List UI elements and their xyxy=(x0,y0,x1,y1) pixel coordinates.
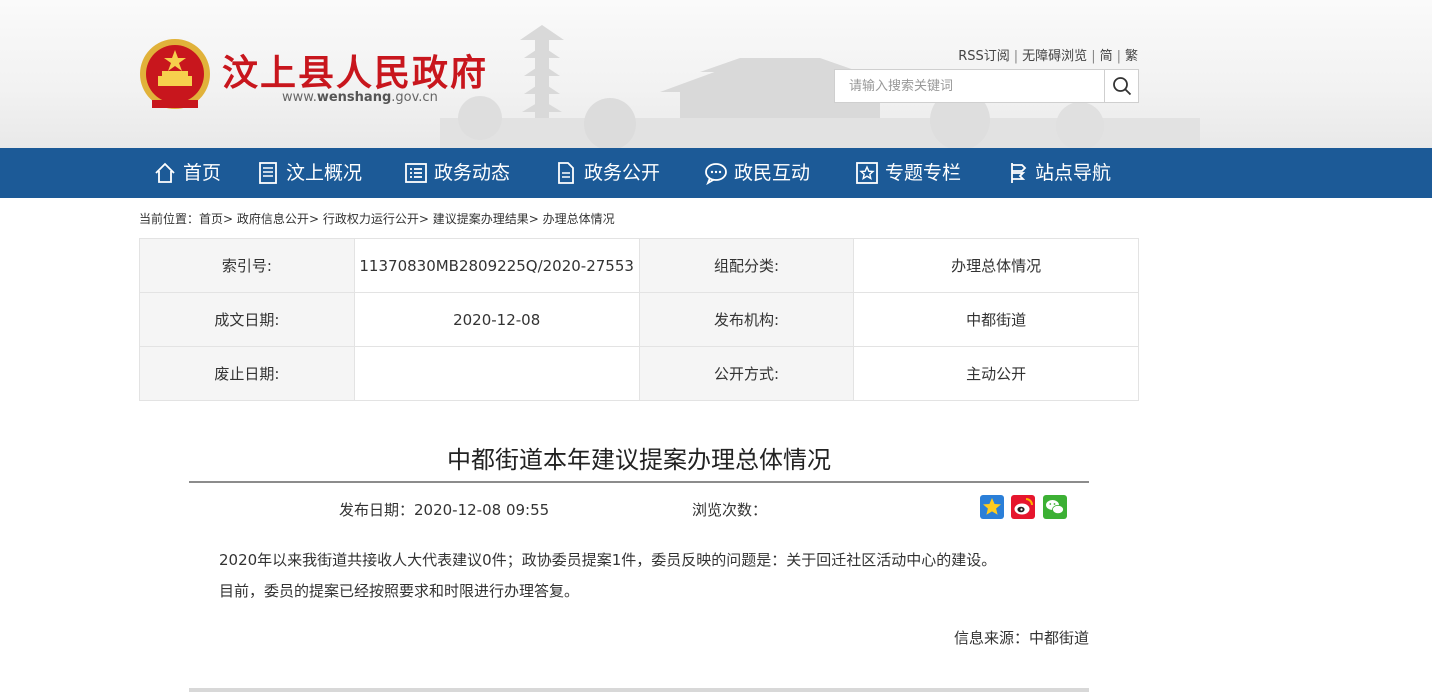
search-box xyxy=(834,69,1139,103)
weibo-share-icon[interactable] xyxy=(1011,495,1035,519)
breadcrumb-admin-power[interactable]: 行政权力运行公开 xyxy=(323,212,419,226)
site-url: www.wenshang.gov.cn xyxy=(282,90,438,105)
category-value: 办理总体情况 xyxy=(853,238,1139,293)
created-date-value: 2020-12-08 xyxy=(353,292,640,347)
table-row: 废止日期: 公开方式: 主动公开 xyxy=(139,346,1139,401)
search-input[interactable] xyxy=(835,70,1105,102)
title-divider xyxy=(189,481,1089,483)
traditional-chinese-link[interactable]: 繁 xyxy=(1125,49,1138,64)
category-label: 组配分类: xyxy=(638,238,855,293)
table-row: 索引号: 11370830MB2809225Q/2020-27553 组配分类:… xyxy=(139,238,1139,293)
top-links: RSS订阅 | 无障碍浏览 | 简 | 繁 xyxy=(958,49,1138,64)
disclosure-method-label: 公开方式: xyxy=(638,346,855,401)
publisher-value: 中都街道 xyxy=(853,292,1139,347)
breadcrumb-gov-info[interactable]: 政府信息公开 xyxy=(237,212,309,226)
list-icon xyxy=(405,163,427,183)
qzone-share-icon[interactable] xyxy=(980,495,1004,519)
document-info-table: 索引号: 11370830MB2809225Q/2020-27553 组配分类:… xyxy=(139,238,1139,401)
document-icon xyxy=(259,162,277,184)
article-title: 中都街道本年建议提案办理总体情况 xyxy=(447,446,831,474)
file-icon xyxy=(558,162,574,184)
home-icon xyxy=(155,162,175,183)
breadcrumb-home[interactable]: 首页 xyxy=(199,212,223,226)
site-title: 汶上县人民政府 xyxy=(222,53,489,94)
view-count: 浏览次数： xyxy=(692,501,768,519)
publisher-label: 发布机构: xyxy=(638,292,855,347)
site-header: 汶上县人民政府 www.wenshang.gov.cn RSS订阅 | 无障碍浏览 |… xyxy=(0,0,1432,148)
national-emblem-icon xyxy=(140,39,210,109)
accessibility-link[interactable]: 无障碍浏览 xyxy=(1022,49,1087,64)
article-paragraph: 目前，委员的提案已经按照要求和时限进行办理答复。 xyxy=(219,582,580,600)
search-icon xyxy=(1113,77,1132,96)
breadcrumb-current[interactable]: 办理总体情况 xyxy=(543,212,615,226)
bottom-divider xyxy=(189,688,1089,692)
main-nav: 首页 汶上概况 政务动态 政务公开 政民互动 专题专栏 站点导航 xyxy=(0,148,1432,198)
expiry-date-value xyxy=(353,346,640,401)
rss-link[interactable]: RSS订阅 xyxy=(958,49,1010,64)
expiry-date-label: 废止日期: xyxy=(139,346,355,401)
publish-date: 发布日期：2020-12-08 09:55 xyxy=(339,501,550,519)
wechat-share-icon[interactable] xyxy=(1043,495,1067,519)
article-paragraph: 2020年以来我街道共接收人大代表建议0件；政协委员提案1件，委员反映的问题是：… xyxy=(219,551,997,569)
created-date-label: 成文日期: xyxy=(139,292,355,347)
index-value: 11370830MB2809225Q/2020-27553 xyxy=(353,238,640,293)
chat-icon xyxy=(705,163,727,185)
simplified-chinese-link[interactable]: 简 xyxy=(1100,49,1113,64)
index-label: 索引号: xyxy=(139,238,355,293)
signpost-icon xyxy=(1011,163,1027,183)
breadcrumb: 当前位置：首页> 政府信息公开> 行政权力运行公开> 建议提案办理结果> 办理总… xyxy=(139,212,615,226)
disclosure-method-value: 主动公开 xyxy=(853,346,1139,401)
info-source: 信息来源：中都街道 xyxy=(953,629,1089,647)
breadcrumb-proposal-results[interactable]: 建议提案办理结果 xyxy=(433,212,529,226)
star-box-icon xyxy=(856,162,878,184)
search-button[interactable] xyxy=(1104,70,1138,102)
table-row: 成文日期: 2020-12-08 发布机构: 中都街道 xyxy=(139,292,1139,347)
